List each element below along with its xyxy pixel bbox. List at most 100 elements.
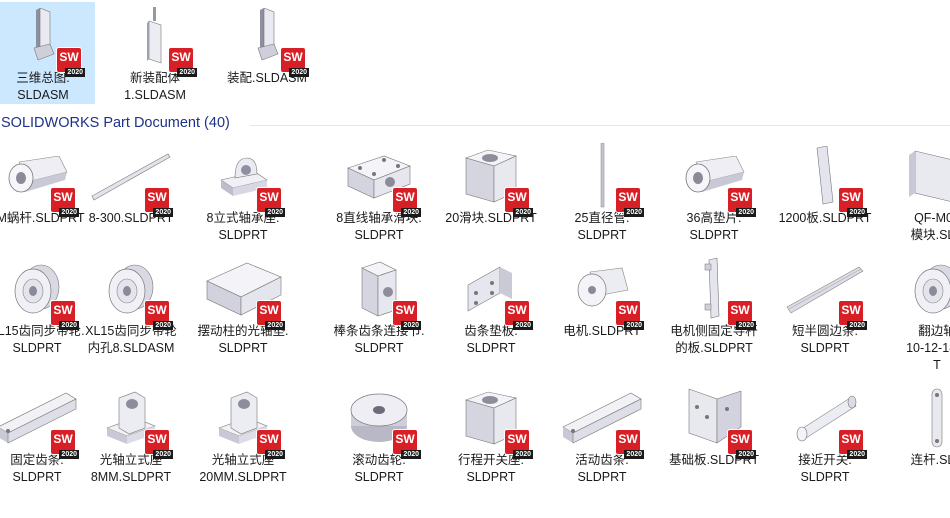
solidworks-badge-icon: SW 2020 bbox=[145, 430, 173, 459]
file-thumbnail: SW 2020 bbox=[439, 255, 543, 330]
file-item[interactable]: SW 2020 接近开关. SLDPRT bbox=[773, 384, 877, 486]
badge-version: 2020 bbox=[401, 321, 421, 330]
badge-version: 2020 bbox=[513, 321, 533, 330]
file-item[interactable]: SW 2020 36高垫片. SLDPRT bbox=[662, 142, 766, 244]
file-item[interactable]: SW 2020 齿条垫板. SLDPRT bbox=[439, 255, 543, 357]
file-item[interactable]: SW 2020 光轴立式座 8MM.SLDPRT bbox=[79, 384, 183, 486]
badge-text: SW bbox=[283, 50, 303, 64]
badge-text: SW bbox=[618, 432, 638, 446]
file-item[interactable]: SW 2020 20滑块.SLDPRT bbox=[439, 142, 543, 227]
badge-text: SW bbox=[147, 303, 167, 317]
file-thumbnail: SW2020 bbox=[439, 384, 543, 459]
file-item[interactable]: SW2020XL15齿同步带轮. SLDPRT bbox=[0, 255, 89, 357]
file-thumbnail: SW2020 bbox=[327, 255, 431, 330]
file-item[interactable]: SW 2020 棒条齿条连接节. SLDPRT bbox=[327, 255, 431, 357]
badge-text: SW bbox=[147, 432, 167, 446]
badge-text: SW bbox=[507, 432, 527, 446]
badge-version: 2020 bbox=[265, 208, 285, 217]
file-thumbnail: SW2020 bbox=[0, 384, 89, 459]
file-item[interactable]: SW 2020 XL15齿同步带轮 内孔8.SLDASM bbox=[79, 255, 183, 357]
file-item[interactable]: SW 2020 装配.SLDASM bbox=[215, 2, 319, 87]
file-thumbnail: SW 2020 bbox=[215, 2, 319, 77]
badge-text: SW bbox=[730, 432, 750, 446]
badge-version: 2020 bbox=[736, 208, 756, 217]
file-item[interactable]: SW 2020 固定齿条. SLDPRT bbox=[0, 384, 89, 486]
badge-version: 2020 bbox=[736, 321, 756, 330]
file-item[interactable]: SW20201M蜗杆.SLDPRT bbox=[0, 142, 89, 227]
solidworks-badge-icon: SW 2020 bbox=[51, 301, 79, 330]
solidworks-badge-icon: SW 2020 bbox=[393, 301, 421, 330]
badge-version: 2020 bbox=[624, 321, 644, 330]
group-title: SOLIDWORKS Part Document (40) bbox=[1, 115, 230, 131]
badge-text: SW bbox=[53, 190, 73, 204]
badge-text: SW bbox=[841, 432, 861, 446]
badge-version: 2020 bbox=[624, 208, 644, 217]
solidworks-badge-icon: SW 2020 bbox=[616, 430, 644, 459]
solidworks-badge-icon: SW 2020 bbox=[51, 430, 79, 459]
group-header[interactable]: SOLIDWORKS Part Document (40) bbox=[0, 114, 950, 134]
file-item[interactable]: SW 2020 1200板.SLDPRT bbox=[773, 142, 877, 227]
file-item[interactable]: SW 2020 8立式轴承座. SLDPRT bbox=[191, 142, 295, 244]
file-thumbnail: SW2020 bbox=[885, 255, 950, 323]
solidworks-badge-icon: SW 2020 bbox=[728, 301, 756, 330]
solidworks-badge-icon: SW 2020 bbox=[57, 48, 85, 77]
file-item[interactable]: SW 2020 新装配体 1.SLDASM bbox=[103, 2, 207, 104]
file-thumbnail: SW2020 bbox=[885, 142, 950, 210]
badge-version: 2020 bbox=[847, 450, 867, 459]
badge-version: 2020 bbox=[153, 321, 173, 330]
file-item[interactable]: SW 2020 电机侧固定导杆 的板.SLDPRT bbox=[662, 255, 766, 357]
file-item[interactable]: SW2020QF-M05 模块.SLD bbox=[885, 142, 950, 244]
file-item[interactable]: SW 2020 摆动柱的光轴垫. SLDPRT bbox=[191, 255, 295, 357]
badge-text: SW bbox=[507, 190, 527, 204]
badge-text: SW bbox=[259, 190, 279, 204]
file-item[interactable]: SW 2020 电机.SLDPRT bbox=[550, 255, 654, 340]
file-thumbnail: SW 2020 bbox=[191, 142, 295, 217]
file-item[interactable]: SW 2020 8直线轴承滑块. SLDPRT bbox=[327, 142, 431, 244]
badge-text: SW bbox=[618, 190, 638, 204]
solidworks-badge-icon: SW 2020 bbox=[728, 188, 756, 217]
file-thumbnail: SW 2020 bbox=[773, 384, 877, 459]
file-thumbnail: SW 2020 bbox=[79, 142, 183, 217]
badge-version: 2020 bbox=[59, 208, 79, 217]
badge-text: SW bbox=[259, 303, 279, 317]
file-item[interactable]: SW 2020 基础板.SLDPRT bbox=[662, 384, 766, 469]
badge-version: 2020 bbox=[265, 321, 285, 330]
file-item[interactable]: SW2020翻边轴 10-12-18.S T bbox=[885, 255, 950, 374]
file-thumbnail: SW2020 bbox=[0, 2, 95, 77]
file-item[interactable]: SW2020连杆.SLD bbox=[885, 384, 950, 469]
badge-text: SW bbox=[147, 190, 167, 204]
badge-text: SW bbox=[59, 50, 79, 64]
badge-version: 2020 bbox=[401, 208, 421, 217]
badge-version: 2020 bbox=[265, 450, 285, 459]
file-name: 翻边轴 10-12-18.S T bbox=[906, 324, 950, 372]
badge-text: SW bbox=[507, 303, 527, 317]
solidworks-badge-icon: SW 2020 bbox=[505, 301, 533, 330]
badge-version: 2020 bbox=[736, 450, 756, 459]
solidworks-badge-icon: SW 2020 bbox=[393, 188, 421, 217]
file-item[interactable]: SW 2020 三维总图. SLDASM bbox=[0, 2, 95, 104]
file-name: 连杆.SLD bbox=[910, 453, 950, 467]
file-item[interactable]: SW 2020 8-300.SLDPRT bbox=[79, 142, 183, 227]
badge-version: 2020 bbox=[153, 208, 173, 217]
file-item[interactable]: SW 2020 光轴立式座 20MM.SLDPRT bbox=[191, 384, 295, 486]
badge-version: 2020 bbox=[59, 450, 79, 459]
solidworks-badge-icon: SW 2020 bbox=[839, 430, 867, 459]
file-thumbnail: SW2020 bbox=[79, 384, 183, 459]
badge-text: SW bbox=[259, 432, 279, 446]
file-thumbnail: SW2020 bbox=[327, 384, 431, 459]
badge-text: SW bbox=[730, 303, 750, 317]
solidworks-badge-icon: SW 2020 bbox=[505, 430, 533, 459]
solidworks-badge-icon: SW 2020 bbox=[257, 301, 285, 330]
solidworks-badge-icon: SW 2020 bbox=[839, 301, 867, 330]
file-item[interactable]: SW 2020 滚动齿轮. SLDPRT bbox=[327, 384, 431, 486]
file-item[interactable]: SW 2020 25直径管. SLDPRT bbox=[550, 142, 654, 244]
file-name: QF-M05 模块.SLD bbox=[910, 211, 950, 242]
badge-version: 2020 bbox=[289, 68, 309, 77]
file-thumbnail: SW 2020 bbox=[191, 384, 295, 459]
file-item[interactable]: SW 2020 行程开关座. SLDPRT bbox=[439, 384, 543, 486]
file-item[interactable]: SW 2020 活动齿条. SLDPRT bbox=[550, 384, 654, 486]
solidworks-badge-icon: SW 2020 bbox=[616, 188, 644, 217]
file-item[interactable]: SW 2020 短半圆边条. SLDPRT bbox=[773, 255, 877, 357]
file-thumbnail: SW2020 bbox=[773, 142, 877, 217]
badge-text: SW bbox=[395, 432, 415, 446]
